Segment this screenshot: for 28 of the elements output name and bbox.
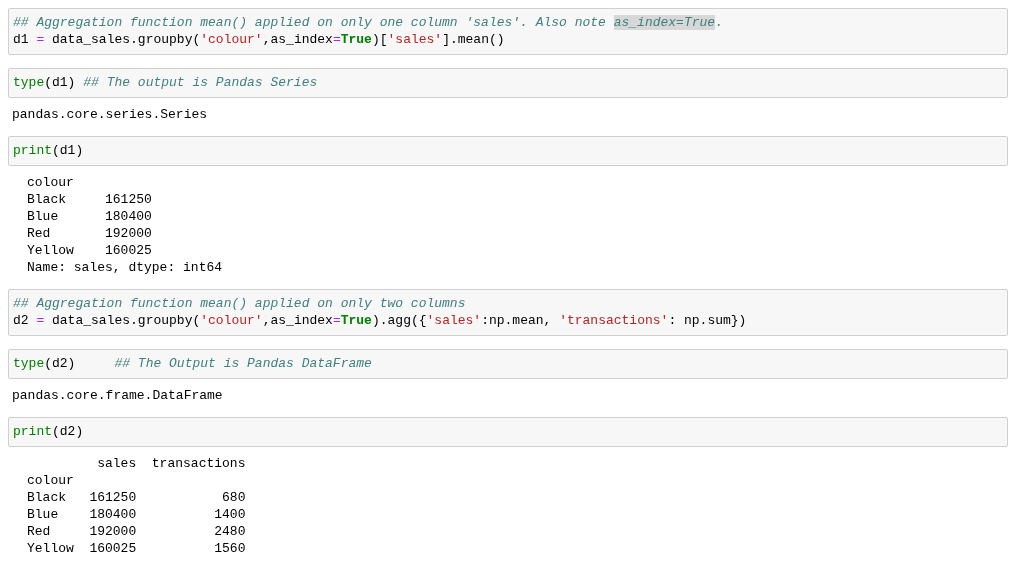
code-cell[interactable]: print(d2) — [8, 417, 1008, 447]
output-line: pandas.core.frame.DataFrame — [12, 387, 224, 404]
code-cell[interactable]: print(d1) — [8, 136, 1008, 166]
code-line: print(d2) — [13, 423, 85, 440]
code-line: d2 = data_sales.groupby('colour',as_index=True).agg({'sales':np.mean, 'transactions': np.sum}) — [13, 312, 748, 329]
code-cell[interactable]: type(d2) ## The Output is Pandas DataFrame — [8, 349, 1008, 379]
code-line: type(d2) ## The Output is Pandas DataFrame — [13, 355, 373, 372]
output-line: Black 161250 — [27, 191, 153, 208]
code-line: ## Aggregation function mean() applied on only one column 'sales'. Also note as_index=True. — [13, 14, 724, 31]
output-line: sales transactions — [96, 455, 247, 472]
output-line: Name: sales, dtype: int64 — [27, 259, 224, 276]
code-line: d1 = data_sales.groupby('colour',as_index=True)['sales'].mean() — [13, 31, 506, 48]
output-line: Yellow 160025 1560 — [27, 540, 247, 557]
code-line: print(d1) — [13, 142, 85, 159]
output-line: Black 161250 680 — [27, 489, 247, 506]
code-cell[interactable]: type(d1) ## The output is Pandas Series — [8, 68, 1008, 98]
output-line: Yellow 160025 — [27, 242, 153, 259]
output-line: Red 192000 2480 — [27, 523, 247, 540]
output-line: Blue 180400 1400 — [27, 506, 247, 523]
output-line: colour — [27, 472, 75, 489]
output-line: Red 192000 — [27, 225, 153, 242]
code-line: ## Aggregation function mean() applied on only two columns — [13, 295, 467, 312]
output-line: Blue 180400 — [27, 208, 153, 225]
output-line: colour — [27, 174, 75, 191]
code-line: type(d1) ## The output is Pandas Series — [13, 74, 319, 91]
code-cell[interactable]: ## Aggregation function mean() applied on only one column 'sales'. Also note as_index=True. d1 = data_sales.groupby('colour',as_index=True)['sales'].mean() — [8, 8, 1008, 55]
code-cell[interactable]: ## Aggregation function mean() applied on only two columns d2 = data_sales.groupby('colour',as_index=True).agg({'sales':np.mean, 'transactions': np.sum}) — [8, 289, 1008, 336]
output-line: pandas.core.series.Series — [12, 106, 209, 123]
